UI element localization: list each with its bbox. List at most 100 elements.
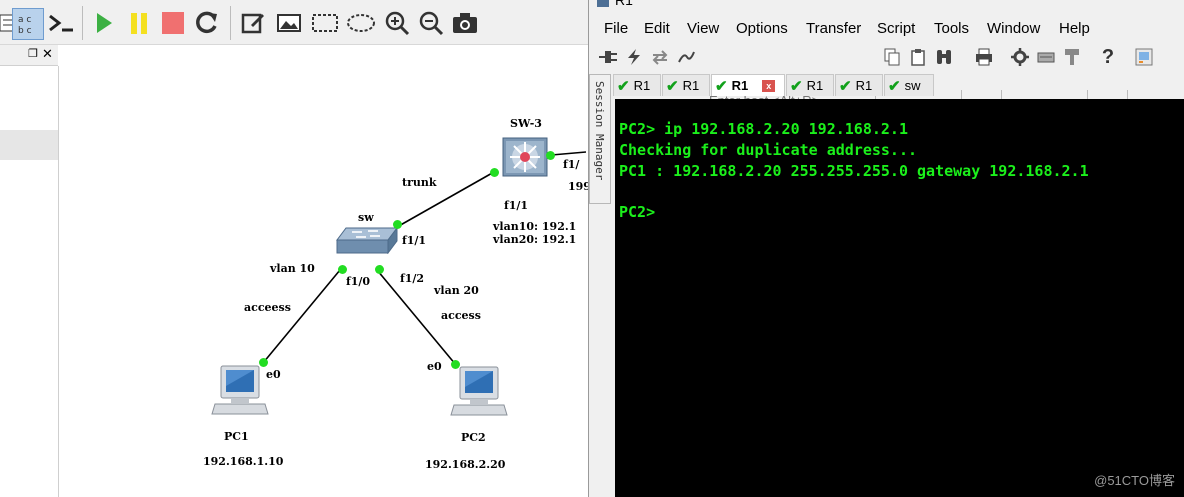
terminal-line: PC2> ip 192.168.2.20 192.168.2.1 — [619, 120, 908, 138]
annotate-labels-icon[interactable]: a cb c — [12, 8, 44, 40]
session-tab-active[interactable]: ✔ R1 x — [711, 74, 785, 96]
close-tab-icon[interactable]: x — [762, 79, 776, 92]
link-status-dot — [451, 360, 460, 369]
terminal-prompt: PC2> — [619, 203, 656, 221]
sw3-f11-label: f1/1 — [504, 199, 529, 212]
trunk-label: trunk — [402, 176, 437, 189]
dock-panel — [0, 66, 59, 497]
session-manager-tab[interactable]: Session Manager — [589, 74, 611, 204]
crt-title-bar: R1 — [589, 0, 1184, 16]
sw3-port-label: f1/ — [563, 158, 580, 171]
menu-options[interactable]: Options — [736, 20, 788, 37]
sw3-device-icon[interactable] — [502, 137, 548, 177]
gns3-window: a cb c ❐ ✕ SW-3 f1/ 199 trunk f1/1 vlan1… — [0, 0, 591, 497]
session-tab[interactable]: ✔ sw — [884, 74, 934, 96]
reconnect-icon[interactable] — [649, 47, 671, 67]
sw-device-icon[interactable] — [336, 226, 398, 255]
session-tab-label: R1 — [633, 78, 651, 93]
menu-tools[interactable]: Tools — [934, 20, 969, 37]
copy-icon[interactable] — [881, 47, 903, 67]
pc2-port-label: e0 — [427, 360, 442, 373]
session-tab-label: sw — [904, 78, 921, 93]
pc1-device-icon[interactable] — [211, 364, 269, 418]
find-icon[interactable] — [933, 47, 955, 67]
link-status-dot — [375, 265, 384, 274]
sftp-icon[interactable] — [1133, 47, 1155, 67]
connected-check-icon: ✔ — [888, 77, 901, 95]
session-tab-label: R1 — [682, 78, 700, 93]
session-manager-label: Session Manager — [593, 81, 606, 181]
pc2-device-icon[interactable] — [450, 365, 508, 419]
link-status-dot — [338, 265, 347, 274]
close-dock-icon[interactable]: ✕ — [42, 46, 53, 62]
session-tab-label: R1 — [806, 78, 824, 93]
menu-transfer[interactable]: Transfer — [806, 20, 861, 37]
watermark: @51CTO博客 — [1094, 473, 1175, 488]
start-all-icon[interactable] — [88, 8, 118, 38]
connect-icon[interactable] — [597, 47, 619, 67]
terminal-screen[interactable]: PC2> ip 192.168.2.20 192.168.2.1 Checkin… — [615, 99, 1184, 497]
reload-all-icon[interactable] — [192, 8, 222, 38]
session-options-icon[interactable] — [1009, 47, 1031, 67]
screenshot-icon[interactable] — [450, 8, 480, 38]
print-icon[interactable] — [973, 47, 995, 67]
sw-f12-label: f1/2 — [400, 272, 425, 285]
zoom-out-icon[interactable] — [416, 8, 446, 38]
zoom-in-icon[interactable] — [382, 8, 412, 38]
vlan20-label: vlan 20 — [434, 284, 479, 297]
terminal-line: PC1 : 192.168.2.20 255.255.255.0 gateway… — [619, 162, 1089, 180]
window-title: R1 — [615, 0, 633, 8]
draw-rectangle-icon[interactable] — [310, 8, 340, 38]
connected-check-icon: ✔ — [715, 77, 728, 95]
connected-check-icon: ✔ — [617, 77, 630, 95]
session-tab-label: R1 — [855, 78, 873, 93]
pc2-ip-label: 192.168.2.20 — [425, 458, 506, 471]
insert-picture-icon[interactable] — [274, 8, 304, 38]
session-tab-label: R1 — [731, 78, 749, 93]
keymap-icon[interactable] — [1061, 47, 1083, 67]
connected-check-icon: ✔ — [790, 77, 803, 95]
gns3-toolbar: a cb c — [0, 0, 588, 45]
menu-file[interactable]: File — [604, 20, 628, 37]
global-options-icon[interactable] — [1035, 47, 1057, 67]
dock-selected-row[interactable] — [0, 130, 58, 160]
disconnect-icon[interactable] — [675, 47, 697, 67]
connected-check-icon: ✔ — [666, 77, 679, 95]
app-icon — [597, 0, 609, 7]
topology-canvas[interactable]: SW-3 f1/ 199 trunk f1/1 vlan10: 192.1 vl… — [60, 45, 591, 497]
menu-edit[interactable]: Edit — [644, 20, 670, 37]
link-status-dot — [546, 151, 555, 160]
pc1-name-label: PC1 — [224, 430, 249, 443]
help-icon[interactable]: ? — [1097, 46, 1119, 68]
float-dock-icon[interactable]: ❐ — [28, 47, 38, 60]
topology-links — [262, 151, 586, 366]
console-all-icon[interactable] — [46, 8, 76, 38]
vlan10-interface-label: vlan10: 192.1 — [493, 220, 577, 233]
menu-help[interactable]: Help — [1059, 20, 1090, 37]
add-note-icon[interactable] — [238, 8, 268, 38]
menu-bar: File Edit View Options Transfer Script T… — [589, 18, 1184, 40]
connected-check-icon: ✔ — [839, 77, 852, 95]
menu-script[interactable]: Script — [877, 20, 915, 37]
suspend-all-icon[interactable] — [124, 8, 154, 38]
session-tab[interactable]: ✔ R1 — [835, 74, 883, 96]
session-tab[interactable]: ✔ R1 — [613, 74, 661, 96]
sw-f11-label: f1/1 — [402, 234, 427, 247]
link-status-dot — [393, 220, 402, 229]
securecrt-window: R1 File Edit View Options Transfer Scrip… — [588, 0, 1184, 497]
sw-f10-label: f1/0 — [346, 275, 371, 288]
quick-connect-icon[interactable] — [623, 47, 645, 67]
session-tab[interactable]: ✔ R1 — [786, 74, 834, 96]
menu-window[interactable]: Window — [987, 20, 1040, 37]
session-tab[interactable]: ✔ R1 — [662, 74, 710, 96]
vlan10-label: vlan 10 — [270, 262, 315, 275]
stop-all-icon[interactable] — [158, 8, 188, 38]
menu-view[interactable]: View — [687, 20, 719, 37]
draw-ellipse-icon[interactable] — [346, 8, 376, 38]
svg-text:a c: a c — [18, 15, 31, 25]
paste-icon[interactable] — [907, 47, 929, 67]
access-right-label: access — [441, 309, 481, 322]
vlan20-interface-label: vlan20: 192.1 — [493, 233, 577, 246]
link-sw-pc1 — [262, 269, 341, 364]
access-left-label: acceess — [244, 301, 291, 314]
